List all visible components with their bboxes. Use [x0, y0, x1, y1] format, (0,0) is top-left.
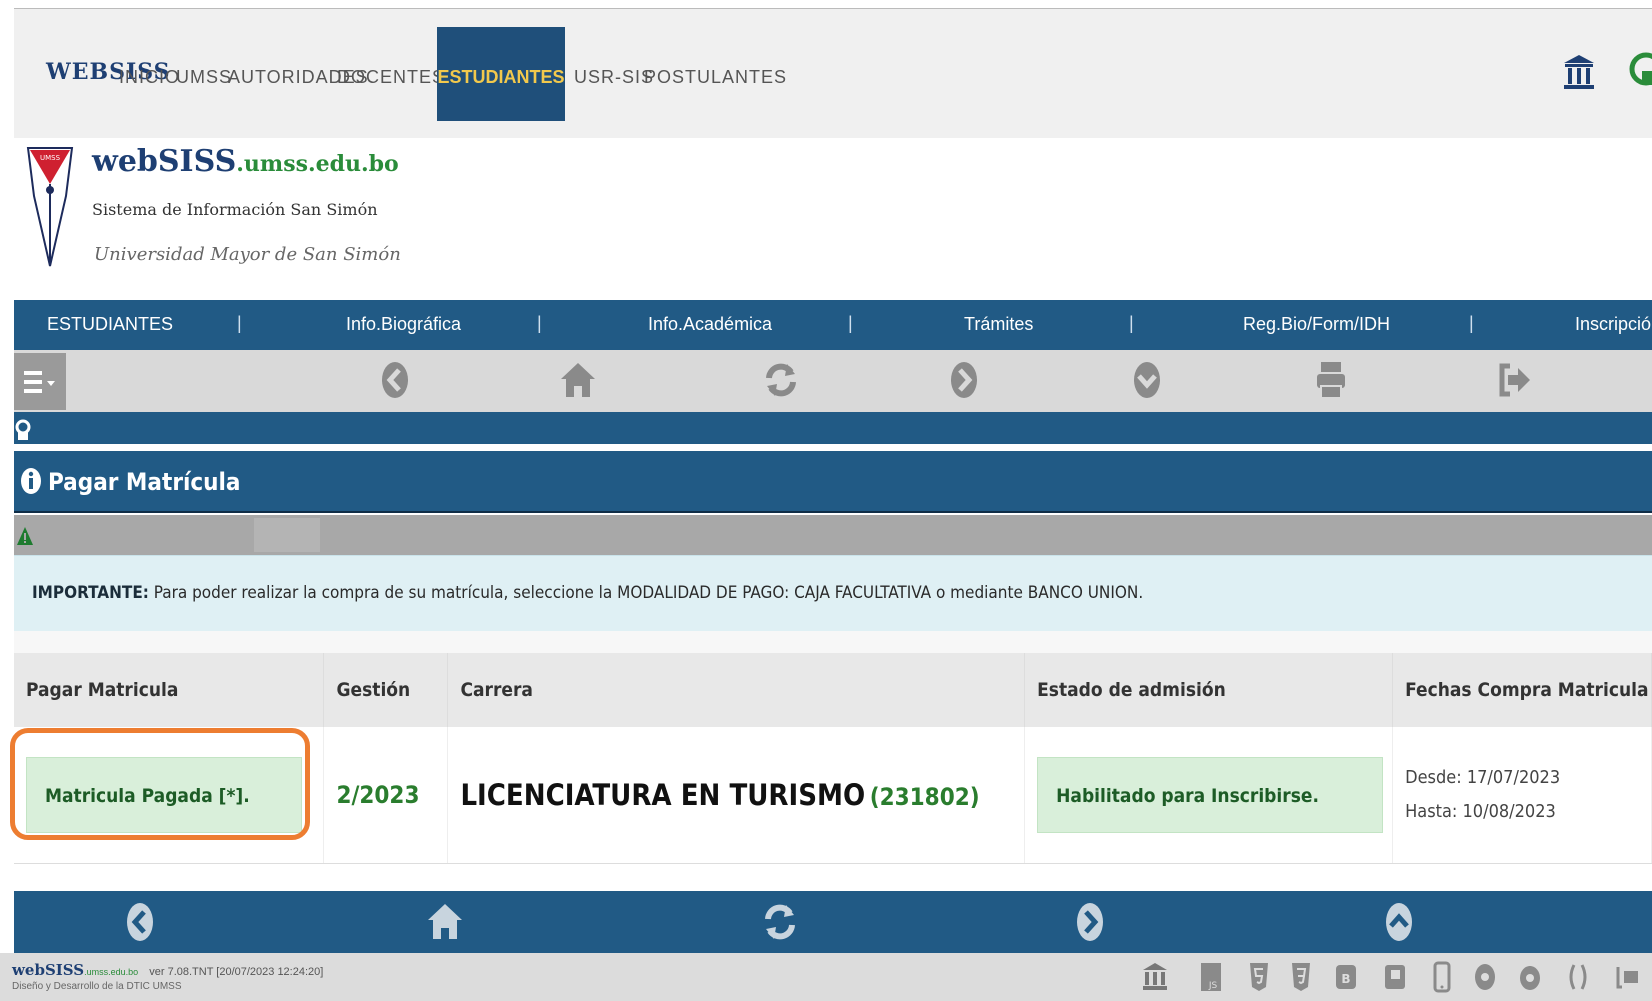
user-icon[interactable] — [1626, 51, 1652, 95]
carrera-code: (231802) — [869, 782, 980, 811]
shield-text: UMSS — [40, 154, 61, 162]
home-icon[interactable] — [558, 360, 598, 400]
alert-message: IMPORTANTE: Para poder realizar la compr… — [32, 583, 1143, 603]
umss-shield-logo: UMSS — [26, 146, 74, 268]
menu-info-academica[interactable]: Info.Académica — [648, 314, 772, 335]
fecha-desde: Desde: 17/07/2023 — [1405, 766, 1561, 788]
site-subtitle: Sistema de Información San Simón — [92, 200, 378, 219]
cell-gestion: 2/2023 — [323, 727, 449, 864]
chrome-icon[interactable] — [1473, 961, 1503, 993]
refresh-icon[interactable] — [761, 360, 801, 400]
site-name: webSISS — [92, 144, 237, 179]
header-pagar: Pagar Matricula — [14, 653, 325, 727]
header-estado: Estado de admisión — [1024, 653, 1394, 727]
firefox-icon[interactable] — [1518, 961, 1548, 993]
logout-icon[interactable] — [1494, 360, 1534, 400]
bottom-navbar — [14, 891, 1652, 953]
svg-text:B: B — [1341, 972, 1350, 986]
code-icon[interactable] — [1614, 961, 1644, 993]
gestion-value: 2/2023 — [336, 780, 420, 809]
user-bar — [14, 412, 1652, 447]
print-icon[interactable] — [1311, 360, 1351, 400]
footer-domain: .umss.edu.bo — [84, 967, 139, 977]
tab-estudiantes-label: ESTUDIANTES — [437, 67, 565, 87]
warning-faded-bar — [254, 518, 320, 552]
menu-toggle-button[interactable] — [14, 353, 66, 410]
user-small-icon[interactable] — [15, 418, 31, 442]
cell-carrera: LICENCIATURA EN TURISMO (231802) — [447, 727, 1026, 864]
footer-brand: webSISS — [12, 961, 85, 979]
footer: webSISS.umss.edu.bo ver 7.08.TNT [20/07/… — [0, 953, 1652, 1001]
warning-strip — [14, 515, 1652, 555]
main-menu: ESTUDIANTES | Info.Biográfica | Info.Aca… — [14, 300, 1652, 350]
css3-icon[interactable] — [1291, 961, 1321, 993]
header-gestion: Gestión — [323, 653, 449, 727]
highlight-annotation — [10, 728, 310, 840]
spacer — [14, 631, 1652, 653]
javascript-icon[interactable]: JS — [1200, 961, 1230, 993]
bootstrap-icon[interactable]: B — [1335, 961, 1365, 993]
home-icon[interactable] — [425, 901, 465, 943]
tab-postulantes[interactable]: POSTULANTES — [644, 67, 787, 88]
site-title: webSISS.umss.edu.bo — [92, 144, 399, 179]
footer-credits: Diseño y Desarrollo de la DTIC UMSS — [12, 981, 182, 992]
tab-umss[interactable]: UMSS — [176, 67, 232, 88]
action-toolbar — [14, 350, 1652, 412]
carrera-name: LICENCIATURA EN TURISMO — [460, 777, 866, 812]
university-name: Universidad Mayor de San Simón — [94, 244, 401, 265]
cell-estado: Habilitado para Inscribirse. — [1024, 727, 1394, 864]
footer-version: ver 7.08.TNT [20/07/2023 12:24:20] — [149, 966, 324, 978]
section-title: Pagar Matrícula — [48, 468, 241, 496]
parentheses-icon[interactable] — [1566, 961, 1596, 993]
menu-tramites[interactable]: Trámites — [964, 314, 1033, 335]
back-icon[interactable] — [375, 360, 415, 400]
admission-status-badge: Habilitado para Inscribirse. — [1037, 756, 1384, 833]
site-domain: .umss.edu.bo — [236, 151, 399, 177]
back-icon[interactable] — [120, 901, 160, 943]
tab-estudiantes[interactable]: ESTUDIANTES — [437, 27, 565, 121]
info-icon — [20, 467, 42, 495]
menu-separator: | — [237, 313, 242, 333]
section-header: Pagar Matrícula — [14, 451, 1652, 513]
page: WEBSISS INICIO UMSS AUTORIDADES DOCENTES… — [0, 0, 1652, 1001]
forward-icon[interactable] — [944, 360, 984, 400]
cell-fechas: Desde: 17/07/2023 Hasta: 10/08/2023 — [1392, 727, 1652, 864]
tab-inicio[interactable]: INICIO — [119, 67, 180, 88]
warning-icon — [17, 527, 33, 545]
flag-icon[interactable] — [1384, 961, 1414, 993]
menu-estudiantes[interactable]: ESTUDIANTES — [47, 314, 173, 335]
html5-icon[interactable] — [1249, 961, 1279, 993]
alert-text: Para poder realizar la compra de su matr… — [148, 583, 1144, 603]
menu-inscripcion[interactable]: Inscripción — [1575, 314, 1652, 335]
mobile-icon[interactable] — [1432, 961, 1462, 993]
svg-text:JS: JS — [1208, 981, 1218, 991]
tab-usr-sis[interactable]: USR-SIS — [574, 67, 654, 88]
footer-version-line: webSISS.umss.edu.bo ver 7.08.TNT [20/07/… — [12, 961, 323, 979]
menu-reg-bio[interactable]: Reg.Bio/Form/IDH — [1243, 314, 1390, 335]
down-icon[interactable] — [1127, 360, 1167, 400]
scroll-up-icon[interactable] — [1379, 901, 1419, 943]
header-carrera: Carrera — [447, 653, 1026, 727]
institution-icon[interactable] — [1142, 961, 1172, 993]
refresh-icon[interactable] — [760, 901, 800, 943]
institution-icon[interactable] — [1562, 53, 1596, 93]
table-header-row: Pagar Matricula Gestión Carrera Estado d… — [14, 653, 1652, 727]
site-banner: UMSS webSISS.umss.edu.bo Sistema de Info… — [14, 138, 1652, 300]
header-fechas: Fechas Compra Matricula — [1392, 653, 1652, 727]
menu-icon — [24, 369, 56, 395]
forward-icon[interactable] — [1070, 901, 1110, 943]
menu-separator: | — [537, 313, 542, 333]
menu-info-biografica[interactable]: Info.Biográfica — [346, 314, 461, 335]
fecha-hasta: Hasta: 10/08/2023 — [1405, 800, 1556, 822]
menu-separator: | — [1469, 313, 1474, 333]
menu-separator: | — [1129, 313, 1134, 333]
menu-separator: | — [848, 313, 853, 333]
top-navbar: WEBSISS INICIO UMSS AUTORIDADES DOCENTES… — [14, 8, 1652, 138]
alert-label: IMPORTANTE: — [32, 583, 149, 603]
important-alert: IMPORTANTE: Para poder realizar la compr… — [14, 555, 1652, 631]
tab-docentes[interactable]: DOCENTES — [337, 67, 445, 88]
